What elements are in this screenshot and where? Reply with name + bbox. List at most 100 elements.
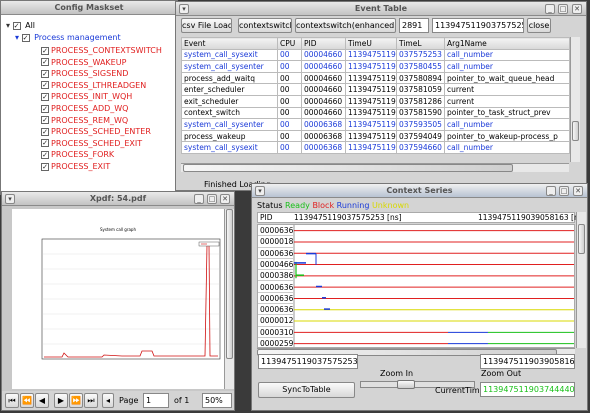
col-event[interactable]: Event	[181, 37, 278, 50]
item-checkbox[interactable]: ✓	[41, 69, 49, 78]
item-checkbox[interactable]: ✓	[41, 58, 49, 67]
csv-file-load-button[interactable]: csv File Load	[181, 18, 232, 33]
sync-to-table-button[interactable]: SyncToTable	[258, 382, 355, 398]
collapse-icon[interactable]: ▾	[6, 21, 10, 30]
table-horizontal-scrollbar[interactable]	[181, 163, 569, 172]
table-row[interactable]: system_call_sysexit 00 00006368 1139475119 0…	[181, 141, 570, 154]
window-menu-icon[interactable]: ▾	[255, 186, 265, 196]
scrollbar-thumb[interactable]	[572, 121, 579, 141]
tree-item[interactable]: ✓ PROCESS_WAKEUP	[41, 57, 126, 69]
table-vertical-scrollbar[interactable]	[570, 37, 580, 162]
item-checkbox[interactable]: ✓	[41, 81, 49, 90]
maximize-icon[interactable]: □	[558, 4, 568, 14]
maximize-icon[interactable]: □	[207, 194, 217, 204]
group-checkbox[interactable]: ✓	[21, 33, 30, 42]
timestamp-field[interactable]: 1139475119037575253	[432, 18, 524, 33]
tree-item[interactable]: ✓ PROCESS_REM_WQ	[41, 115, 128, 127]
item-checkbox[interactable]: ✓	[41, 116, 49, 125]
window-menu-icon[interactable]: ▾	[5, 194, 15, 204]
tree-item[interactable]: ✓ PROCESS_FORK	[41, 149, 114, 161]
zoom-select[interactable]: 50%	[202, 393, 232, 408]
event-table-body: system_call_sysexit 00 00004660 1139475119 0…	[181, 48, 570, 154]
close-icon[interactable]: ✕	[573, 186, 583, 196]
page-number-field[interactable]: 1	[143, 393, 169, 408]
back-icon[interactable]: ◂	[102, 393, 114, 408]
status-legend: Status Ready Block Running Unknown	[257, 201, 409, 210]
close-icon[interactable]: ✕	[572, 4, 582, 14]
collapse-icon[interactable]: ▾	[15, 33, 19, 42]
scrollbar-thumb[interactable]	[578, 224, 585, 254]
window-menu-icon[interactable]: ▾	[179, 4, 189, 14]
table-cell: 037580455	[396, 60, 445, 73]
root-checkbox[interactable]: ✓	[12, 21, 21, 30]
col-timel[interactable]: TimeL	[396, 37, 445, 50]
col-timeu[interactable]: TimeU	[345, 37, 397, 50]
maximize-icon[interactable]: □	[559, 186, 569, 196]
xpdf-window: Xpdf: 54.pdf ▾ _ □ ✕ System call graph ⏮…	[1, 191, 235, 411]
minimize-icon[interactable]: _	[194, 194, 204, 204]
current-time-field[interactable]: 1139475119037444408	[480, 382, 575, 397]
event-table-titlebar[interactable]: Event Table	[176, 2, 586, 16]
forward-fast-icon[interactable]: ⏩	[69, 393, 83, 408]
graph-title: System call graph	[100, 227, 137, 232]
table-cell: 00004660	[301, 106, 346, 120]
event-count-field[interactable]: 2891	[399, 18, 429, 33]
context-series-titlebar[interactable]: Context Series	[252, 184, 587, 198]
col-pid[interactable]: PID	[301, 37, 346, 50]
prev-page-icon[interactable]: ◀	[35, 393, 49, 408]
close-icon[interactable]: ✕	[220, 194, 230, 204]
item-checkbox[interactable]: ✓	[41, 92, 49, 101]
series-vertical-scrollbar[interactable]	[576, 212, 586, 348]
close-table-button[interactable]: close	[527, 18, 551, 33]
item-checkbox[interactable]: ✓	[41, 104, 49, 113]
tree-item-label: PROCESS_ADD_WQ	[51, 104, 129, 113]
tree-item-label: PROCESS_FORK	[51, 150, 115, 160]
table-row[interactable]: process_add_waitq 00 00004660 1139475119 037…	[181, 71, 570, 85]
table-row[interactable]: process_wakeup 00 00006368 1139475119 037594…	[181, 129, 570, 143]
col-cpu[interactable]: CPU	[277, 37, 302, 50]
tree-item[interactable]: ✓ PROCESS_SCHED_EXIT	[41, 138, 142, 150]
table-row[interactable]: system_call_sysenter 00 00004660 1139475119…	[181, 60, 570, 73]
table-cell: 00006368	[301, 129, 346, 143]
table-row[interactable]: system_call_sysenter 00 00006368 1139475119…	[181, 118, 570, 131]
tree-item[interactable]: ✓ PROCESS_EXIT	[41, 161, 110, 173]
zoom-slider-handle[interactable]	[397, 380, 415, 389]
start-time-field[interactable]: 1139475119037575253	[258, 354, 358, 369]
tree-root[interactable]: ▾ ✓ All	[6, 21, 35, 30]
tree-item[interactable]: ✓ PROCESS_INIT_WQH	[41, 91, 132, 103]
tree-item[interactable]: ✓ PROCESS_SCHED_ENTER	[41, 126, 151, 138]
table-row[interactable]: exit_scheduler 00 00004660 1139475119 037581…	[181, 94, 570, 108]
config-maskset-titlebar[interactable]: Config Maskset	[1, 1, 177, 15]
back-fast-icon[interactable]: ⏪	[20, 393, 34, 408]
table-row[interactable]: enter_scheduler 00 00004660 1139475119 03758…	[181, 83, 570, 96]
item-checkbox[interactable]: ✓	[41, 127, 49, 136]
table-cell: 037580894	[396, 71, 445, 85]
tree-item[interactable]: ✓ PROCESS_ADD_WQ	[41, 103, 128, 115]
minimize-icon[interactable]: _	[546, 186, 556, 196]
item-checkbox[interactable]: ✓	[41, 139, 49, 148]
item-checkbox[interactable]: ✓	[41, 162, 49, 171]
first-page-icon[interactable]: ⏮	[5, 393, 19, 408]
item-checkbox[interactable]: ✓	[41, 150, 49, 159]
table-row[interactable]: system_call_sysexit 00 00004660 1139475119 0…	[181, 48, 570, 62]
table-cell: 1139475119	[345, 48, 397, 62]
legend-running: Running	[336, 201, 370, 210]
table-cell: system_call_sysexit	[181, 141, 278, 154]
table-row[interactable]: context_switch 00 00004660 1139475119 037581…	[181, 106, 570, 120]
item-checkbox[interactable]: ✓	[41, 46, 49, 55]
contextswitch-enhanced-button[interactable]: contextswitch(enhanced)	[295, 18, 396, 33]
scrollbar-thumb[interactable]	[183, 164, 513, 172]
col-arg1name[interactable]: Arg1Name	[444, 37, 570, 50]
table-cell: 1139475119	[345, 71, 397, 85]
tree-group[interactable]: ▾ ✓ Process management	[15, 33, 121, 42]
contextswitch-button[interactable]: contextswitch	[238, 18, 292, 33]
scrollbar-thumb[interactable]	[226, 209, 233, 359]
tree-item[interactable]: ✓ PROCESS_LTHREADGEN	[41, 80, 146, 92]
next-page-icon[interactable]: ▶	[54, 393, 68, 408]
tree-item[interactable]: ✓ PROCESS_CONTEXTSWITCH	[41, 45, 162, 57]
pdf-vertical-scrollbar[interactable]	[224, 209, 234, 389]
last-page-icon[interactable]: ⏭	[84, 393, 98, 408]
end-time-field[interactable]: 1139475119039058163	[480, 354, 575, 369]
minimize-icon[interactable]: _	[545, 4, 555, 14]
tree-item[interactable]: ✓ PROCESS_SIGSEND	[41, 68, 128, 80]
